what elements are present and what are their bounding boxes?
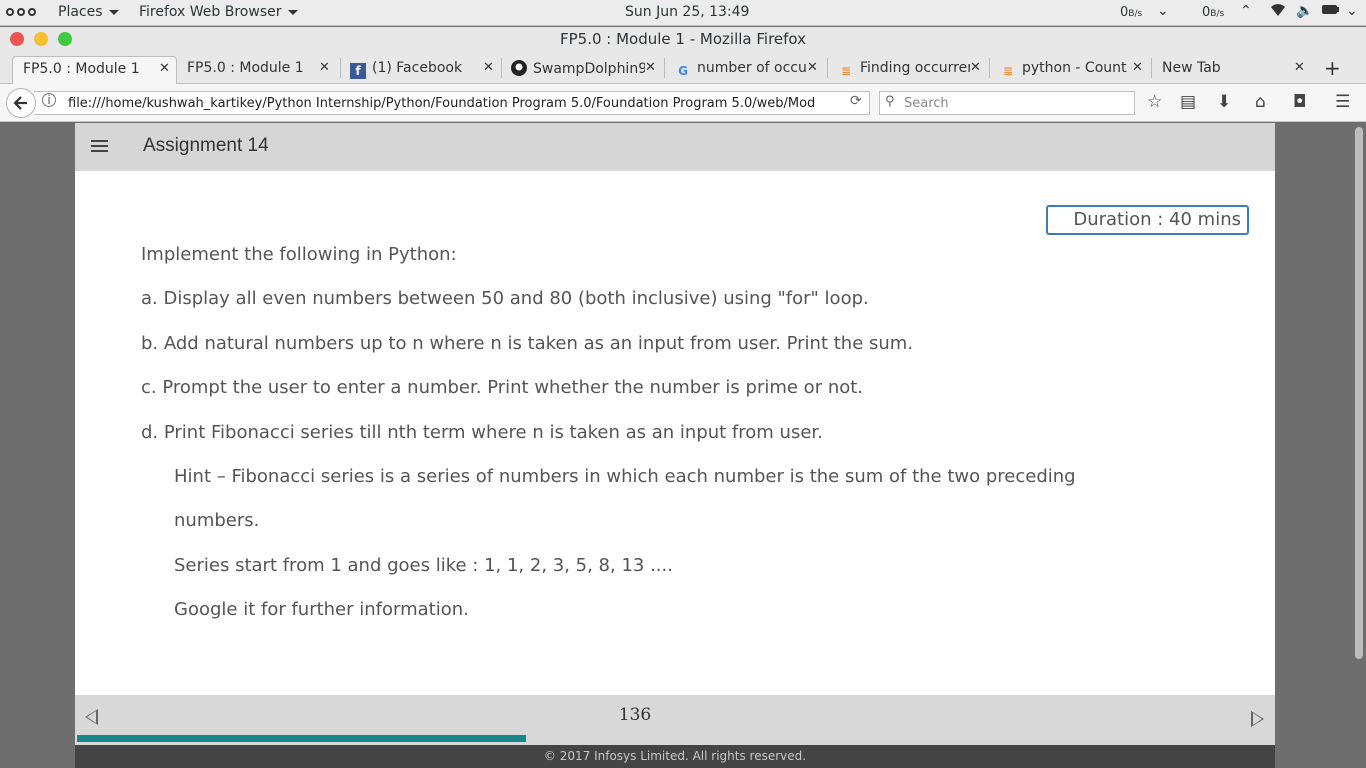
stackoverflow-icon: ≣: [840, 64, 852, 78]
battery-icon[interactable]: [1322, 3, 1340, 19]
close-tab-icon[interactable]: ✕: [970, 60, 981, 75]
page-content: Assignment 14 Duration : 40 mins Impleme…: [75, 123, 1275, 768]
url-bar[interactable]: file:///home/kushwah_kartikey/Python Int…: [34, 91, 870, 115]
app-menu[interactable]: Firefox Web Browser: [139, 4, 298, 20]
page-header: Assignment 14: [75, 123, 1275, 171]
hamburger-icon[interactable]: [91, 140, 108, 155]
close-tab-icon[interactable]: ✕: [159, 61, 170, 76]
intro-text: Implement the following in Python:: [141, 244, 457, 265]
list-item: a. Display all even numbers between 50 a…: [141, 288, 869, 310]
hint-line: Hint – Fibonacci series is a series of n…: [174, 466, 1076, 488]
tab-divider: [827, 58, 828, 78]
list-item: d. Print Fibonacci series till nth term …: [141, 421, 823, 443]
navigation-bar: file:///home/kushwah_kartikey/Python Int…: [0, 84, 1366, 122]
hint-line: numbers.: [174, 510, 260, 532]
close-tab-icon[interactable]: ✕: [645, 60, 656, 75]
list-item: b. Add natural numbers up to n where n i…: [141, 332, 914, 354]
close-tab-icon[interactable]: ✕: [1132, 60, 1143, 75]
system-top-bar: Places Firefox Web Browser Sun Jun 25, 1…: [0, 0, 1366, 26]
tab-divider: [989, 58, 990, 78]
tab-fp5-module-1[interactable]: FP5.0 : Module 1 ✕: [177, 56, 343, 84]
tab-label: python - Count o: [1022, 60, 1140, 76]
copyright-text: © 2017 Infosys Limited. All rights reser…: [75, 745, 1275, 768]
search-input[interactable]: Search: [879, 91, 1135, 115]
back-arrow-icon: [13, 96, 27, 110]
tab-new-tab[interactable]: New Tab ✕: [1152, 56, 1314, 84]
tab-label: SwampDolphin9: [533, 61, 648, 77]
clock[interactable]: Sun Jun 25, 13:49: [625, 4, 749, 20]
tab-finding-occurrences[interactable]: ≣ Finding occurren ✕: [828, 56, 991, 84]
google-icon: G: [678, 64, 688, 78]
tab-fp5-module-1-active[interactable]: FP5.0 : Module 1 ✕: [12, 56, 177, 84]
hamburger-menu-icon[interactable]: ☰: [1335, 92, 1350, 112]
tab-facebook[interactable]: f (1) Facebook ✕: [340, 56, 500, 84]
scrollbar[interactable]: [1352, 123, 1366, 768]
page-title: Assignment 14: [143, 135, 269, 156]
site-info-icon[interactable]: i: [42, 93, 56, 107]
tab-strip: FP5.0 : Module 1 ✕ FP5.0 : Module 1 ✕ f (…: [0, 52, 1366, 84]
net-up-readout: 0B/s: [1202, 5, 1225, 20]
tab-divider: [340, 58, 341, 78]
tab-label: number of occur: [697, 60, 813, 76]
tab-divider: [664, 58, 665, 78]
tab-python-count[interactable]: ≣ python - Count o ✕: [990, 56, 1152, 84]
tab-label: New Tab: [1162, 60, 1221, 76]
close-tab-icon[interactable]: ✕: [807, 60, 818, 75]
next-page-icon[interactable]: [1251, 711, 1264, 727]
tab-label: (1) Facebook: [372, 60, 463, 76]
search-placeholder: Search: [904, 96, 949, 111]
close-tab-icon[interactable]: ✕: [483, 60, 494, 75]
close-tab-icon[interactable]: ✕: [1294, 60, 1305, 75]
search-icon: ⚲: [885, 94, 895, 109]
hint-line: Google it for further information.: [174, 599, 469, 621]
bookmark-star-icon[interactable]: ☆: [1147, 92, 1162, 112]
new-tab-plus-icon[interactable]: +: [1324, 56, 1341, 80]
progress-bar: [77, 735, 1275, 742]
tab-divider: [501, 58, 502, 78]
tab-label: Finding occurren: [860, 60, 977, 76]
net-down-readout: 0B/s: [1120, 5, 1143, 20]
activities-icon[interactable]: [6, 8, 36, 16]
list-item: c. Prompt the user to enter a number. Pr…: [141, 377, 864, 399]
tab-google-search[interactable]: Gnumber of occur ✕: [665, 56, 827, 84]
reading-list-icon[interactable]: ▤: [1180, 92, 1196, 112]
tab-divider: [1151, 58, 1152, 78]
places-menu[interactable]: Places: [58, 4, 119, 20]
downloads-icon[interactable]: ⬇: [1217, 92, 1231, 112]
stackoverflow-icon: ≣: [1002, 64, 1014, 78]
tab-label: FP5.0 : Module 1: [187, 60, 304, 76]
back-button[interactable]: [6, 88, 36, 118]
window-titlebar: FP5.0 : Module 1 - Mozilla Firefox: [0, 27, 1366, 52]
url-text: file:///home/kushwah_kartikey/Python Int…: [68, 96, 816, 111]
tab-github[interactable]: SwampDolphin9 ✕: [501, 56, 663, 84]
assignment-body: Implement the following in Python: a. Di…: [141, 233, 1201, 633]
github-icon: [511, 60, 527, 76]
pocket-icon[interactable]: ◘: [1293, 92, 1306, 112]
chevron-down-icon[interactable]: ⌄: [1157, 3, 1169, 19]
wifi-icon[interactable]: [1270, 3, 1286, 21]
page-number: 136: [618, 705, 652, 725]
scrollbar-thumb[interactable]: [1355, 127, 1363, 659]
reload-icon[interactable]: ⟳: [850, 93, 862, 109]
facebook-icon: f: [350, 63, 366, 79]
duration-badge: Duration : 40 mins: [1046, 205, 1249, 235]
window-title: FP5.0 : Module 1 - Mozilla Firefox: [559, 30, 807, 48]
system-menu-chevron-icon[interactable]: ⌄: [1346, 3, 1358, 19]
volume-icon[interactable]: 🔈: [1296, 3, 1313, 19]
home-icon[interactable]: ⌂: [1255, 92, 1266, 112]
hint-line: Series start from 1 and goes like : 1, 1…: [174, 554, 673, 576]
progress-fill: [77, 735, 527, 742]
chevron-up-icon[interactable]: ⌃: [1240, 3, 1252, 19]
tab-label: FP5.0 : Module 1: [23, 61, 140, 77]
close-tab-icon[interactable]: ✕: [319, 60, 330, 75]
